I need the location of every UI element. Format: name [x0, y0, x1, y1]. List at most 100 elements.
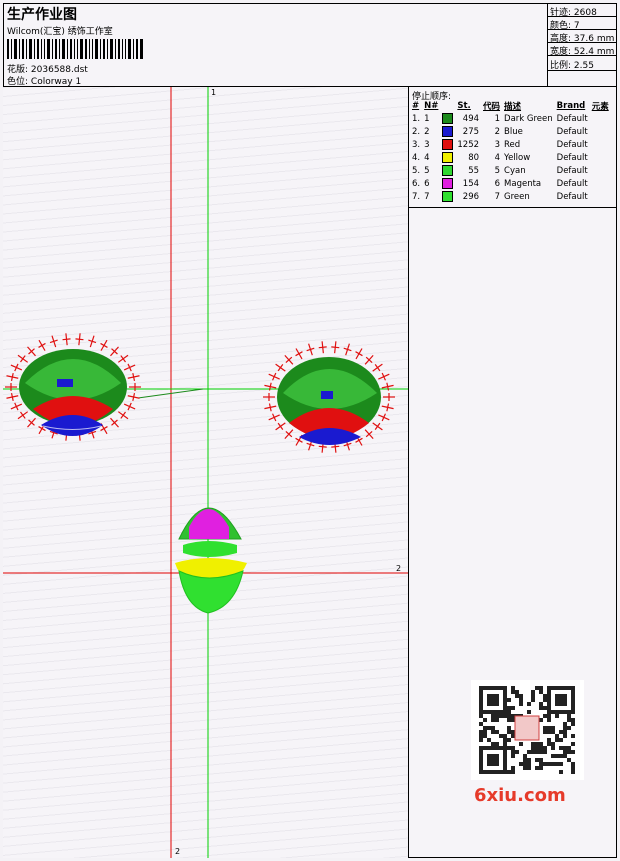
stitch-ray [10, 392, 14, 402]
col-needle: N# [424, 100, 439, 111]
cell-code: 4 [494, 152, 501, 163]
cell-code: 3 [494, 139, 501, 150]
cell-swatch [440, 190, 455, 203]
embroidery-preview [3, 87, 408, 858]
cell-element [590, 190, 611, 203]
watermark-site: 6xiu.com [474, 785, 566, 806]
stitch-ray [132, 392, 136, 402]
cell-stitches: 154 [462, 178, 480, 189]
color-swatch [442, 139, 454, 150]
seal-stamp [514, 715, 540, 741]
cell-element [590, 151, 611, 164]
divider [409, 207, 617, 208]
cell-needle: 6 [424, 178, 430, 189]
design-canvas: 1 2 2 [3, 87, 409, 858]
stitch-ray [120, 411, 126, 419]
stitch-ray [374, 364, 381, 372]
cell-index: 1. [412, 113, 421, 124]
cell-description: Blue [504, 126, 523, 137]
divider [548, 70, 617, 71]
cell-needle: 4 [424, 152, 430, 163]
cell-index: 3. [412, 139, 421, 150]
barcode [7, 39, 143, 59]
stitch-ray [268, 403, 272, 412]
cell-code: 1 [494, 113, 501, 124]
stitch-ray [318, 346, 327, 349]
table-row: 3. 3 1252 3 Red Default [410, 138, 611, 151]
col-description: 描述 [504, 101, 522, 112]
axis-label-top: 1 [211, 88, 217, 97]
axis-label-bottom: 2 [175, 847, 181, 856]
cell-index: 6. [412, 178, 421, 189]
table-row: 1. 1 494 1 Dark Green Default [410, 112, 611, 125]
cell-stitches: 296 [462, 191, 480, 202]
table-header-row: # N# St. 代码 描述 Brand 元素 [410, 99, 611, 112]
cell-swatch [440, 112, 455, 125]
table-row: 6. 6 154 6 Magenta Default [410, 177, 611, 190]
cell-swatch [440, 164, 455, 177]
stitch-ray [386, 403, 390, 412]
qr-code [471, 680, 584, 780]
stitch-ray [277, 364, 284, 372]
stitch-ray [120, 355, 126, 363]
divider [548, 55, 617, 56]
cell-code: 5 [494, 165, 501, 176]
cell-description: Green [504, 191, 530, 202]
right-eye-pupil [321, 391, 333, 399]
stitch-ray [318, 445, 327, 448]
cell-needle: 5 [424, 165, 430, 176]
cell-code: 7 [494, 191, 501, 202]
colorway-value: Colorway 1 [30, 77, 82, 87]
cell-index: 2. [412, 126, 421, 137]
cell-swatch [440, 151, 455, 164]
color-swatch [442, 191, 454, 202]
stitch-ray [374, 422, 381, 430]
cell-element [590, 138, 611, 151]
left-eye-motif [5, 333, 141, 441]
stitch-ray [331, 346, 340, 349]
cell-stitches: 55 [468, 165, 480, 176]
cell-brand: Default [556, 126, 588, 137]
color-swatch [442, 152, 454, 163]
cell-element [590, 112, 611, 125]
stitch-ray [62, 338, 71, 341]
color-swatch [442, 178, 454, 189]
cell-description: Cyan [504, 165, 526, 176]
cell-description: Magenta [504, 178, 542, 189]
col-index: # [412, 100, 420, 111]
cell-needle: 1 [424, 113, 430, 124]
divider [548, 16, 617, 17]
col-brand: Brand [556, 100, 586, 111]
cell-code: 6 [494, 178, 501, 189]
col-stitches: St. [457, 100, 471, 111]
center-motif [175, 507, 247, 614]
spec-box: 针迹: 2608 颜色: 7 高度: 37.6 mm 宽度: 52.4 mm 比… [548, 3, 617, 87]
cell-code: 2 [494, 126, 501, 137]
cell-element [590, 177, 611, 190]
stop-sequence-table: # N# St. 代码 描述 Brand 元素 1. 1 494 1 Dark Gree… [410, 99, 611, 203]
cell-description: Dark Green [504, 113, 553, 124]
stitch-ray [20, 355, 26, 363]
stitch-ray [295, 351, 303, 357]
cell-index: 7. [412, 191, 421, 202]
colorway-line: 色位: Colorway 1 [7, 74, 81, 87]
header-info: 生产作业图 Wilcom(汇宝) 绣饰工作室 花版: 2036588.dst 色… [3, 3, 548, 87]
col-element: 元素 [591, 101, 609, 112]
stitch-ray [20, 411, 26, 419]
stitch-ray [277, 422, 284, 430]
stitch-ray [355, 351, 363, 357]
cell-index: 5. [412, 165, 421, 176]
cell-brand: Default [556, 113, 588, 124]
table-row: 2. 2 275 2 Blue Default [410, 125, 611, 138]
stitch-ray [100, 426, 108, 432]
stitch-ray [331, 445, 340, 448]
cell-brand: Default [556, 152, 588, 163]
cell-stitches: 1252 [457, 139, 480, 150]
colorway-label: 色位: [7, 77, 29, 87]
cell-needle: 2 [424, 126, 430, 137]
color-swatch [442, 165, 454, 176]
stitch-ray [295, 437, 303, 443]
stitch-ray [100, 342, 108, 348]
color-swatch [442, 126, 454, 137]
cell-brand: Default [556, 191, 588, 202]
